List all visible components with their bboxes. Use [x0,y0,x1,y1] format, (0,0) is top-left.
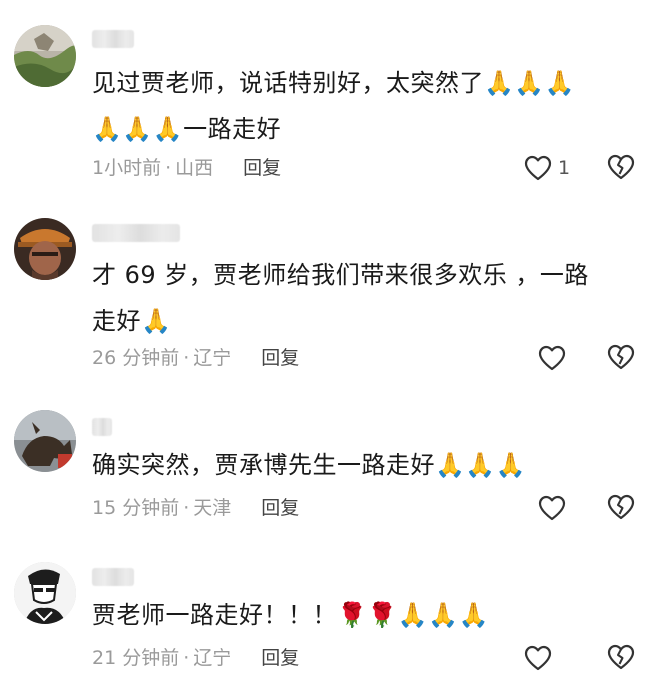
avatar[interactable] [14,218,76,280]
comment-location: 天津 [193,497,232,519]
comment-time: 1小时前 [92,157,162,179]
username-blurred[interactable] [92,418,112,436]
dislike-button[interactable] [607,344,637,372]
comment-text: 才 69 岁，贾老师给我们带来很多欢乐 ，一路 走好🙏 [92,261,589,335]
comment-time: 26 分钟前 [92,347,180,369]
comment-list: 见过贾老师，说话特别好，太突然了🙏🙏🙏 🙏🙏🙏一路走好 1小时前 · 山西 回复 1 [0,0,660,684]
dislike-button[interactable] [607,644,637,672]
avatar[interactable] [14,410,76,472]
heart-outline-icon [524,645,552,671]
heart-outline-icon [524,155,552,181]
comment-meta: 26 分钟前 · 辽宁 回复 [92,347,300,369]
heart-outline-icon [538,345,566,371]
avatar[interactable] [14,25,76,87]
comment-time: 15 分钟前 [92,497,180,519]
like-count: 1 [558,157,571,179]
like-button[interactable] [538,342,572,374]
broken-heart-icon [607,154,635,180]
comment-time: 21 分钟前 [92,647,180,669]
broken-heart-icon [607,494,635,520]
broken-heart-icon [607,644,635,670]
comment-meta: 15 分钟前 · 天津 回复 [92,497,300,519]
username-blurred[interactable] [92,568,134,586]
reply-button[interactable]: 回复 [261,497,299,519]
comment-meta: 21 分钟前 · 辽宁 回复 [92,647,300,669]
broken-heart-icon [607,344,635,370]
heart-outline-icon [538,495,566,521]
like-button[interactable] [538,492,572,524]
username-blurred[interactable] [92,224,180,242]
comment-location: 辽宁 [193,647,232,669]
comment-location: 山西 [175,157,214,179]
reply-button[interactable]: 回复 [261,647,299,669]
comment-text: 确实突然，贾承博先生一路走好🙏🙏🙏 [92,451,527,479]
comment-meta: 1小时前 · 山西 回复 [92,157,282,179]
like-button[interactable]: 1 [524,152,570,184]
dislike-button[interactable] [607,494,637,522]
comment-text: 见过贾老师，说话特别好，太突然了🙏🙏🙏 🙏🙏🙏一路走好 [92,69,576,143]
reply-button[interactable]: 回复 [243,157,281,179]
username-blurred[interactable] [92,30,134,48]
avatar[interactable] [14,562,76,624]
comment-location: 辽宁 [193,347,232,369]
dislike-button[interactable] [607,154,637,182]
comment-text: 贾老师一路走好！！！🌹🌹🙏🙏🙏 [92,601,489,629]
like-button[interactable] [524,642,558,674]
reply-button[interactable]: 回复 [261,347,299,369]
